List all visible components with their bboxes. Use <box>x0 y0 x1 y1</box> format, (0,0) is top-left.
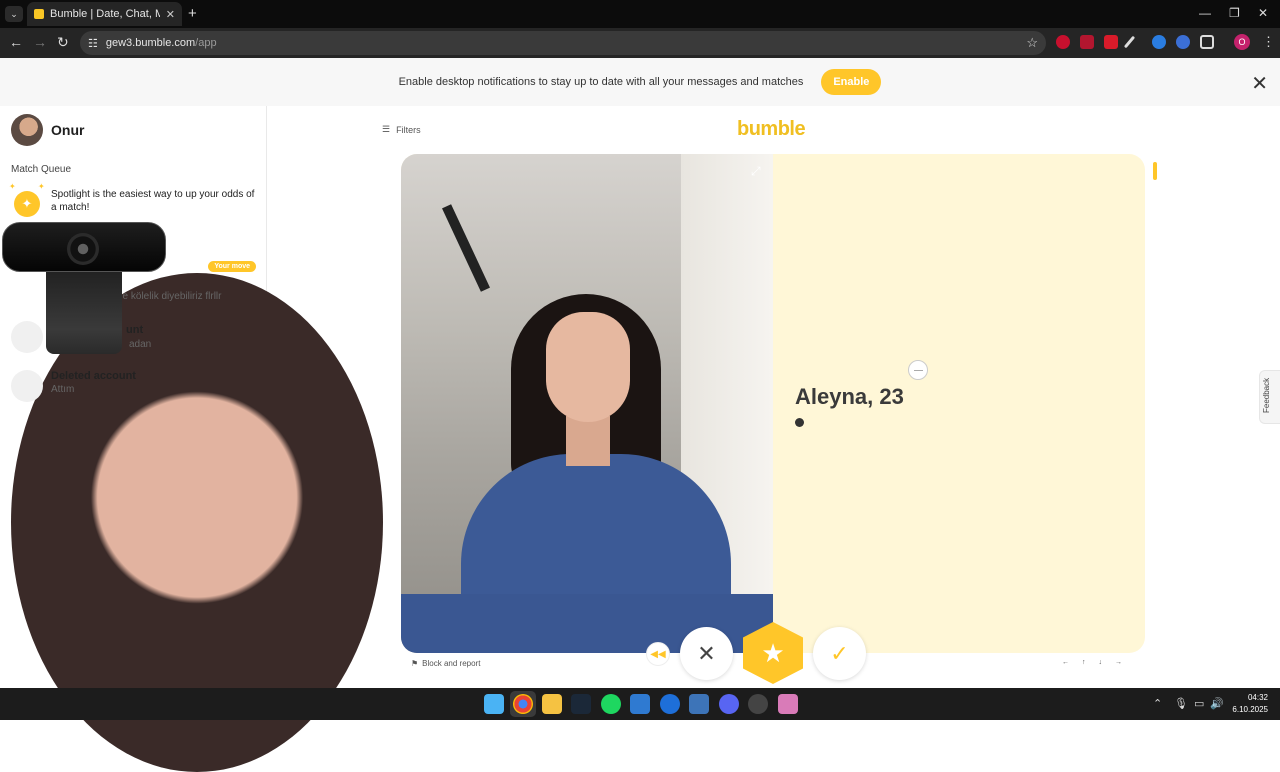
block-and-report-link[interactable]: ⚑ Block and report <box>411 659 480 668</box>
bookmark-star-icon[interactable]: ☆ <box>1026 35 1038 51</box>
key-right-icon: → <box>1115 659 1122 666</box>
browser-tab-bar: ⌄ Bumble | Date, Chat, Meet New ✕ + — ❐ … <box>0 0 1280 28</box>
tab-search-button[interactable]: ⌄ <box>5 6 23 22</box>
app-icon[interactable] <box>748 694 768 714</box>
expand-icon[interactable]: ⤢ <box>751 164 761 179</box>
feedback-tab[interactable]: Feedback <box>1259 370 1280 424</box>
bumble-logo: bumble <box>737 118 806 140</box>
keyboard-hints: ← ↑ ↓ → <box>1062 659 1122 666</box>
extension-icon[interactable] <box>1080 35 1094 49</box>
clock-date: 6.10.2025 <box>1232 705 1268 714</box>
filters-icon: ☰ <box>382 124 391 134</box>
conversation-item[interactable]: Deleted account Attım <box>11 370 256 404</box>
webcam-stand <box>46 272 122 354</box>
file-explorer-icon[interactable] <box>542 694 562 714</box>
app-icon[interactable] <box>660 694 680 714</box>
flag-icon: ⚑ <box>411 659 419 668</box>
conversation-name: Deleted account <box>51 370 136 382</box>
close-tab-icon[interactable]: ✕ <box>166 8 175 21</box>
webcam-overlay-image <box>2 222 166 354</box>
feedback-label: Feedback <box>1262 377 1271 413</box>
extension-icon[interactable] <box>1056 35 1070 49</box>
notification-banner: Enable desktop notifications to stay up … <box>0 58 1280 106</box>
url-path: /app <box>195 37 217 49</box>
extensions-puzzle-icon[interactable] <box>1200 35 1214 49</box>
deleted-avatar <box>11 370 43 402</box>
microphone-icon[interactable]: 🎙 <box>1174 697 1188 710</box>
bumble-favicon-icon <box>34 9 44 19</box>
scroll-indicator-icon[interactable] <box>908 360 928 380</box>
profile-name: Aleyna, 23 <box>795 384 904 409</box>
photo-neck <box>566 416 610 466</box>
discord-icon[interactable] <box>719 694 739 714</box>
system-clock[interactable]: 04:32 6.10.2025 <box>1226 692 1268 716</box>
webcam-lens-icon <box>67 233 99 265</box>
restore-button[interactable]: ❐ <box>1229 6 1240 20</box>
chrome-icon[interactable] <box>513 694 533 714</box>
reload-button[interactable]: ↻ <box>57 34 69 51</box>
app-icon[interactable] <box>689 694 709 714</box>
browser-menu-icon[interactable]: ⋮ <box>1262 34 1275 50</box>
extension-icon[interactable] <box>1104 35 1118 49</box>
profile-avatar[interactable]: O <box>1234 34 1250 50</box>
block-report-label: Block and report <box>422 659 481 668</box>
key-down-icon: ↓ <box>1098 659 1103 666</box>
sparkle-icon: ✦ <box>38 182 45 191</box>
url-host: gew3.bumble.com <box>105 37 196 49</box>
network-icon[interactable]: ▭ <box>1194 697 1204 710</box>
minimize-button[interactable]: — <box>1199 6 1211 20</box>
user-avatar[interactable] <box>11 114 43 146</box>
your-move-badge: Your move <box>208 261 256 272</box>
photos-icon[interactable] <box>630 694 650 714</box>
pass-button[interactable]: ✕ <box>680 627 733 680</box>
sidebar: Onur Match Queue ✦ ✦ ✦ Spotlight is the … <box>0 106 383 772</box>
rewind-button[interactable]: ◀◀ <box>646 642 670 666</box>
match-queue-heading: Match Queue <box>11 164 72 175</box>
bio-icon <box>795 418 804 427</box>
taskbar: ⌃ 🎙 ▭ 🔊 04:32 6.10.2025 <box>0 688 1280 720</box>
clock-time: 04:32 <box>1247 693 1268 702</box>
spotify-icon[interactable] <box>601 694 621 714</box>
browser-tab[interactable]: Bumble | Date, Chat, Meet New ✕ <box>27 2 182 26</box>
conversation-snippet: Attım <box>51 384 75 395</box>
profile-photo[interactable]: ⤢ <box>401 154 773 653</box>
browser-toolbar: ← → ↻ ☷ gew3.bumble.com/app ☆ O ⋮ <box>0 28 1280 58</box>
extension-icon[interactable] <box>1176 35 1190 49</box>
extension-icon[interactable] <box>1152 35 1166 49</box>
spotlight-text[interactable]: Spotlight is the easiest way to up your … <box>51 188 256 214</box>
volume-icon[interactable]: 🔊 <box>1210 697 1224 710</box>
eyedropper-icon[interactable] <box>1123 35 1136 49</box>
app-icon[interactable] <box>778 694 798 714</box>
address-bar[interactable]: ☷ gew3.bumble.com/app ☆ <box>80 31 1046 55</box>
forward-button[interactable]: → <box>33 34 47 50</box>
key-up-icon: ↑ <box>1082 659 1086 666</box>
tab-title: Bumble | Date, Chat, Meet New <box>50 8 160 20</box>
close-window-button[interactable]: ✕ <box>1258 6 1268 20</box>
sparkle-icon: ✦ <box>9 182 16 191</box>
spotlight-icon[interactable]: ✦ <box>14 191 40 217</box>
webcam-body <box>2 222 166 272</box>
tray-overflow-icon[interactable]: ⌃ <box>1153 697 1162 710</box>
close-banner-icon[interactable]: ✕ <box>1251 71 1268 96</box>
filters-button[interactable]: ☰ Filters <box>382 124 421 135</box>
notification-text: Enable desktop notifications to stay up … <box>398 76 804 88</box>
steam-icon[interactable] <box>571 694 591 714</box>
photo-face <box>546 312 630 422</box>
enable-notifications-button[interactable]: Enable <box>821 69 882 95</box>
user-name[interactable]: Onur <box>51 122 84 138</box>
like-check-button[interactable]: ✓ <box>813 627 866 680</box>
back-button[interactable]: ← <box>9 34 23 50</box>
photo-lamp <box>442 204 490 292</box>
profile-card: ⤢ Aleyna, 23 <box>401 154 1145 653</box>
new-tab-button[interactable]: + <box>188 5 197 22</box>
key-left-icon: ← <box>1062 659 1069 666</box>
windows-start-icon[interactable] <box>484 694 504 714</box>
site-info-icon[interactable]: ☷ <box>88 37 98 50</box>
filters-label: Filters <box>396 124 421 135</box>
card-scroll-indicator[interactable] <box>1153 162 1157 180</box>
